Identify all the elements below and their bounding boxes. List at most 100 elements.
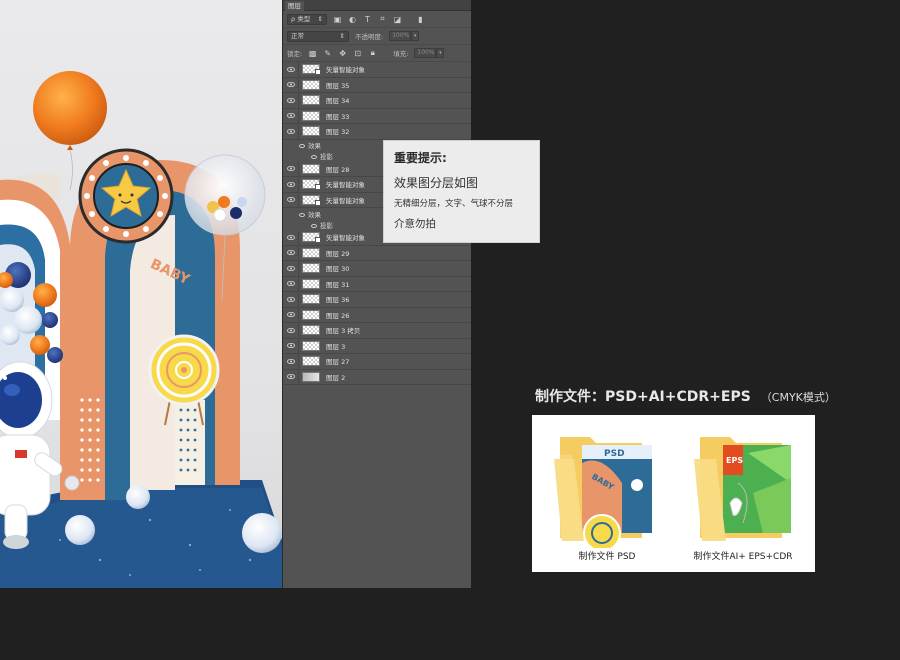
effect-name: 投影: [320, 153, 333, 161]
layer-name: 图层 32: [326, 128, 350, 137]
chevron-updown-icon: ⇕: [339, 31, 345, 40]
files-title: 制作文件：PSD+AI+CDR+EPS （CMYK模式）: [535, 386, 836, 406]
visibility-eye-icon[interactable]: [283, 93, 299, 108]
tab-layers[interactable]: 图层: [285, 1, 304, 11]
effect-name: 效果: [308, 142, 321, 150]
layer-name: 图层 26: [326, 311, 350, 320]
effect-name: 投影: [320, 221, 333, 230]
layer-name: 矢量智能对象: [326, 196, 365, 205]
layer-thumbnail: [302, 64, 320, 75]
panel-tab-bar: 图层: [283, 0, 471, 11]
visibility-eye-icon[interactable]: [283, 108, 299, 123]
visibility-eye-icon[interactable]: [283, 192, 299, 207]
blend-mode-label: 正常: [291, 31, 304, 40]
layer-name: 图层 35: [326, 81, 350, 90]
layer-thumbnail: [302, 356, 320, 367]
shape-filter-icon[interactable]: ⌗: [378, 14, 387, 24]
type-filter-icon[interactable]: T: [363, 15, 372, 24]
visibility-eye-icon[interactable]: [283, 230, 299, 245]
lock-position-icon[interactable]: ✥: [338, 49, 347, 58]
psd-file[interactable]: PSD BABY 制作文件 PSD: [542, 423, 672, 568]
adjustment-filter-icon[interactable]: ◐: [348, 15, 357, 24]
visibility-eye-icon[interactable]: [283, 261, 299, 276]
notice-title: 重要提示:: [394, 151, 447, 165]
opacity-input[interactable]: 100%: [389, 31, 412, 41]
visibility-eye-icon[interactable]: [283, 177, 299, 192]
fill-input[interactable]: 100%: [414, 48, 437, 58]
layer-name: 矢量智能对象: [326, 181, 365, 190]
layer-thumbnail: [302, 110, 320, 121]
layer-row[interactable]: 图层 36: [283, 292, 471, 308]
ai-folder-icon: EPS: [694, 437, 791, 541]
visibility-eye-icon[interactable]: [283, 124, 299, 139]
layer-row[interactable]: 图层 3: [283, 338, 471, 354]
ai-eps-cdr-file[interactable]: EPS 制作文件AI+ EPS+CDR: [678, 423, 808, 568]
important-notice: 重要提示: 效果图分层如图 无精细分层，文字、气球不分层 介意勿拍: [383, 140, 540, 243]
layer-name: 图层 30: [326, 265, 350, 274]
svg-text:PSD: PSD: [604, 449, 625, 459]
layer-thumbnail: [302, 163, 320, 174]
fill-dropdown-icon[interactable]: ▾: [436, 48, 445, 58]
blend-mode-select[interactable]: 正常 ⇕: [287, 30, 349, 42]
layer-row[interactable]: 图层 31: [283, 276, 471, 292]
effect-eye-icon[interactable]: [311, 223, 317, 228]
layer-name: 图层 3 拷贝: [326, 327, 361, 336]
smart-object-filter-icon[interactable]: ◪: [393, 15, 402, 24]
visibility-eye-icon[interactable]: [283, 245, 299, 260]
notice-line-3: 介意勿拍: [394, 218, 436, 230]
visibility-eye-icon[interactable]: [283, 323, 299, 338]
layer-row[interactable]: 图层 26: [283, 307, 471, 323]
lock-transparent-icon[interactable]: ▩: [308, 49, 317, 58]
visibility-eye-icon[interactable]: [283, 292, 299, 307]
filter-toggle-icon[interactable]: ▮: [416, 15, 425, 24]
layer-thumbnail: [302, 194, 320, 205]
visibility-eye-icon[interactable]: [283, 276, 299, 291]
layer-name: 图层 3: [326, 342, 346, 351]
layer-row[interactable]: 图层 33: [283, 108, 471, 124]
layer-row[interactable]: 图层 27: [283, 354, 471, 370]
layer-thumbnail: [302, 325, 320, 336]
file-card: PSD BABY 制作文件 PSD EPS 制作文件AI+ EPS+CDR: [532, 415, 815, 572]
ai-file-label: 制作文件AI+ EPS+CDR: [693, 552, 793, 562]
design-preview: BABY: [0, 0, 282, 588]
visibility-eye-icon[interactable]: [283, 307, 299, 322]
layer-row[interactable]: 矢量智能对象: [283, 62, 471, 78]
lock-image-icon[interactable]: ✎: [323, 49, 332, 58]
layer-name: 图层 28: [326, 165, 350, 174]
layer-row[interactable]: 图层 32: [283, 124, 471, 140]
pixel-filter-icon[interactable]: ▣: [333, 15, 342, 24]
visibility-eye-icon[interactable]: [283, 62, 299, 77]
psd-file-label: 制作文件 PSD: [578, 552, 636, 562]
lock-all-icon[interactable]: 🔒︎: [368, 48, 377, 58]
layer-row[interactable]: 图层 30: [283, 261, 471, 277]
visibility-eye-icon[interactable]: [283, 338, 299, 353]
filter-kind-label: ρ 类型: [291, 14, 311, 23]
filter-row: ρ 类型 ⇕ ▣ ◐ T ⌗ ◪ ▮: [283, 11, 471, 28]
layer-thumbnail: [302, 278, 320, 289]
layer-name: 图层 33: [326, 112, 350, 121]
visibility-eye-icon[interactable]: [283, 369, 299, 384]
lock-artboard-icon[interactable]: ⊡: [353, 49, 362, 58]
layer-row[interactable]: 图层 29: [283, 245, 471, 261]
effects-label: 效果: [299, 209, 321, 219]
layer-name: 图层 2: [326, 373, 346, 382]
layer-name: 图层 36: [326, 296, 350, 305]
opacity-dropdown-icon[interactable]: ▾: [411, 31, 420, 41]
layer-thumbnail: [302, 95, 320, 106]
effect-name: 效果: [308, 210, 321, 219]
layer-row[interactable]: 图层 34: [283, 93, 471, 109]
layer-thumbnail: [302, 263, 320, 274]
visibility-eye-icon[interactable]: [283, 354, 299, 369]
drop-shadow-label: 投影: [311, 220, 333, 230]
effect-eye-icon[interactable]: [299, 144, 305, 148]
psd-folder-icon: PSD BABY: [554, 437, 652, 552]
visibility-eye-icon[interactable]: [283, 161, 299, 176]
visibility-eye-icon[interactable]: [283, 77, 299, 92]
layer-row[interactable]: 图层 3 拷贝: [283, 323, 471, 339]
layer-row[interactable]: 图层 2: [283, 369, 471, 385]
effect-eye-icon[interactable]: [311, 155, 317, 159]
filter-kind-select[interactable]: ρ 类型 ⇕: [287, 13, 327, 25]
effect-eye-icon[interactable]: [299, 212, 305, 217]
layer-row[interactable]: 图层 35: [283, 77, 471, 93]
layer-thumbnail: [302, 126, 320, 137]
